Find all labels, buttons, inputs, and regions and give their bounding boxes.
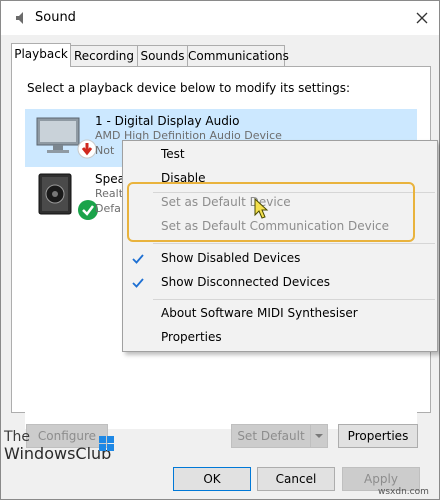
tab-strip: Playback Recording Sounds Communications [1,43,439,67]
instruction-text: Select a playback device below to modify… [27,81,351,95]
speaker-app-icon [13,10,29,29]
menu-item-label: Show Disconnected Devices [161,275,330,289]
tab-communications[interactable]: Communications [187,45,289,66]
menu-item-label: About Software MIDI Synthesiser [161,306,358,320]
menu-item-test[interactable]: Test [123,143,437,167]
menu-item-show-disabled-devices[interactable]: Show Disabled Devices [123,247,437,271]
device-name: 1 - Digital Display Audio [95,114,240,128]
cancel-button[interactable]: Cancel [257,467,335,491]
window-title: Sound [35,10,76,25]
close-icon[interactable] [411,7,433,29]
windows-logo-icon [99,436,115,452]
tab-sounds[interactable]: Sounds [137,45,188,66]
ok-button[interactable]: OK [173,467,251,491]
set-default-dropdown[interactable] [310,424,328,448]
device-status: Defa [95,202,121,215]
menu-item-show-disconnected-devices[interactable]: Show Disconnected Devices [123,271,437,295]
highlight-annotation [127,182,415,242]
device-driver: Realt [95,187,124,200]
red-down-arrow-icon [77,139,97,162]
menu-item-label: Properties [161,330,222,344]
mouse-cursor-icon [254,197,270,223]
menu-item-label: Test [161,147,185,161]
properties-button[interactable]: Properties [338,424,418,448]
checkmark-icon [131,252,145,266]
set-default-button[interactable]: Set Default [231,424,311,448]
chevron-down-icon [314,429,324,443]
context-menu: Test Disable Set as Default Device Set a… [122,140,438,352]
tab-playback[interactable]: Playback [11,43,71,67]
menu-separator [153,243,435,244]
watermark: The WindowsClub [4,429,114,463]
device-status: Not [95,144,115,157]
site-credit: wsxdn.com [378,487,429,497]
watermark-line2: WindowsClub [4,444,112,463]
menu-separator [153,299,435,300]
checkmark-icon [131,276,145,290]
menu-item-properties[interactable]: Properties [123,326,437,350]
menu-item-about-midi[interactable]: About Software MIDI Synthesiser [123,302,437,326]
menu-item-label: Show Disabled Devices [161,251,301,265]
tab-recording[interactable]: Recording [70,45,138,66]
device-name: Spea [95,172,125,186]
title-bar: Sound [1,1,439,35]
watermark-line1: The [4,429,31,445]
